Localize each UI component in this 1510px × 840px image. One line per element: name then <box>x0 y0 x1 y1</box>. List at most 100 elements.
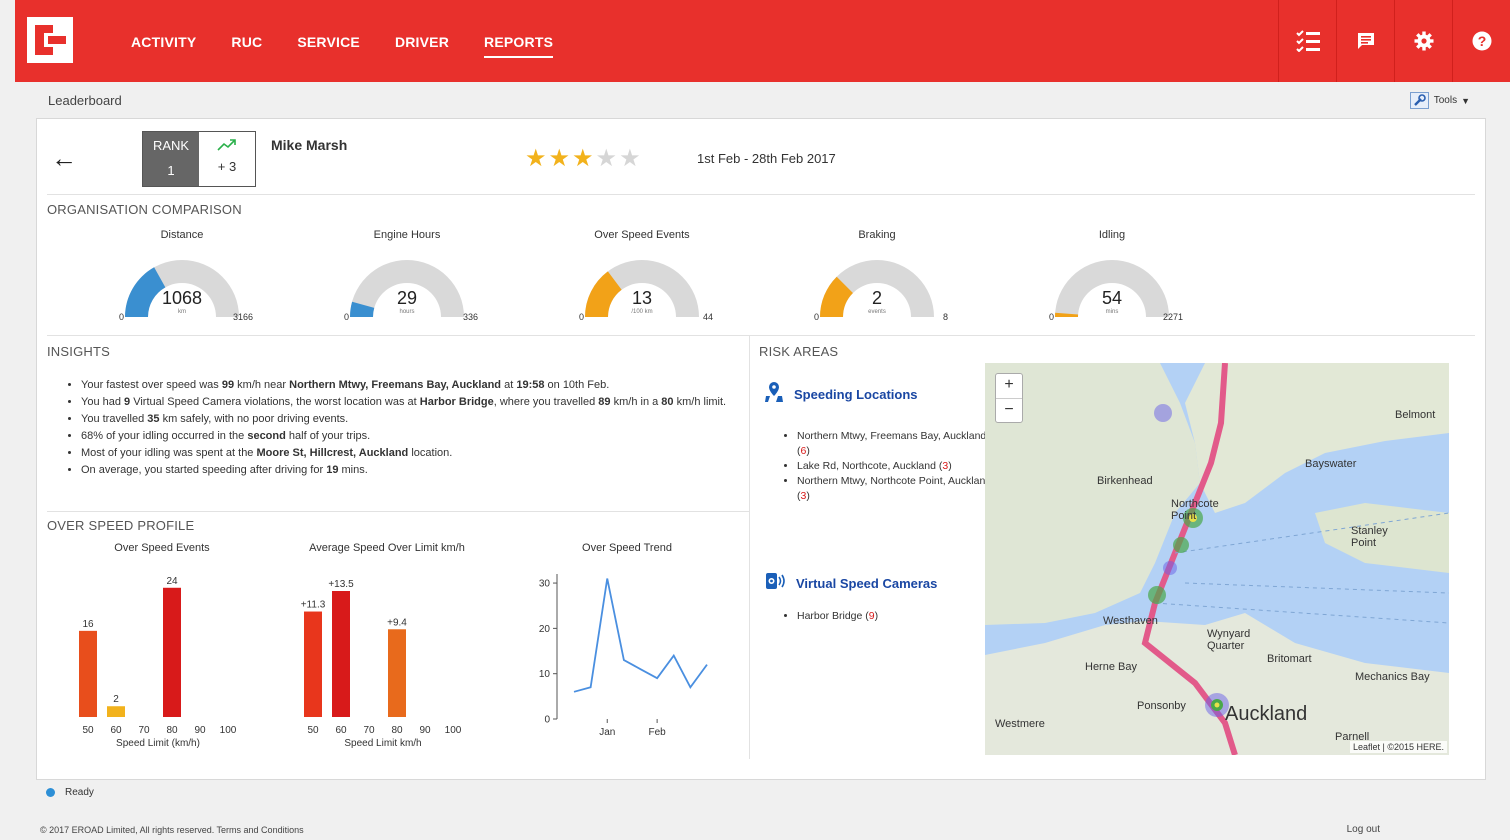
speeding-location-item[interactable]: Northern Mtwy, Freemans Bay, Auckland (6… <box>797 429 997 459</box>
y-tick-label: 10 <box>539 669 551 680</box>
map-attribution[interactable]: Leaflet | ©2015 HERE. <box>1349 741 1447 753</box>
gauge-min: 0 <box>344 312 350 322</box>
bar-label: +9.4 <box>387 617 407 628</box>
map-label: Herne Bay <box>1085 661 1137 673</box>
x-tick-label: 90 <box>194 725 206 736</box>
gauge-min: 0 <box>814 312 820 322</box>
gauge-idling: Idling 54 mins 0 2271 <box>1037 229 1187 322</box>
gauge-distance: Distance 1068 km 0 3166 <box>107 229 257 322</box>
x-tick-label: 60 <box>110 725 122 736</box>
bar-label: 24 <box>166 576 178 587</box>
gauge-title: Over Speed Events <box>594 229 690 241</box>
rank-label: RANK <box>152 138 190 153</box>
speeding-location-item[interactable]: Lake Rd, Northcote, Auckland (3) <box>797 459 997 474</box>
nav-ruc[interactable]: RUC <box>231 34 262 58</box>
map-label: Mechanics Bay <box>1355 671 1430 683</box>
gauge-min: 0 <box>1049 312 1055 322</box>
caret-down-icon: ▼ <box>1461 95 1470 106</box>
map-pin-icon <box>764 381 784 408</box>
gauge-title: Idling <box>1098 229 1126 241</box>
nav-service[interactable]: SERVICE <box>297 34 360 58</box>
bar-label: 2 <box>113 694 119 705</box>
bar <box>79 630 97 717</box>
gauge-value: 13 <box>631 288 653 308</box>
gauge-max: 2271 <box>1162 312 1183 322</box>
date-range: 1st Feb - 28th Feb 2017 <box>697 151 836 166</box>
gauge-value: 2 <box>871 288 882 308</box>
virtual-cameras-list: Harbor Bridge (9) <box>785 609 997 624</box>
leaderboard-panel: ← RANK 1 + 3 Mike Marsh ★ ★ ★ ★ ★ 1st Feb - … <box>36 118 1486 780</box>
gauge-max: 8 <box>942 312 948 322</box>
logout-link[interactable]: Log out <box>1347 824 1380 835</box>
bar-label: 16 <box>82 619 94 630</box>
insight-item: 68% of your idling occurred in the secon… <box>81 428 771 445</box>
map-label: Stanley Point <box>1351 525 1388 549</box>
risk-areas-title: RISK AREAS <box>759 344 839 359</box>
x-tick-label: 100 <box>220 725 237 736</box>
footer-copyright[interactable]: © 2017 EROAD Limited, All rights reserve… <box>40 825 304 835</box>
insights-title: INSIGHTS <box>47 344 110 359</box>
map-label: Belmont <box>1395 409 1436 421</box>
nav-activity[interactable]: ACTIVITY <box>131 34 196 58</box>
x-axis-label: Speed Limit km/h <box>344 738 421 749</box>
checklist-icon[interactable] <box>1278 0 1336 82</box>
star-empty-icon: ★ <box>619 145 641 172</box>
map-label: Birkenhead <box>1097 475 1153 487</box>
bar <box>107 706 125 717</box>
zoom-out-button[interactable]: − <box>996 399 1022 423</box>
back-arrow-icon[interactable]: ← <box>51 143 77 174</box>
status-dot-icon <box>46 788 55 797</box>
message-icon[interactable] <box>1336 0 1394 82</box>
y-tick-label: 20 <box>539 624 551 635</box>
x-tick-label: Feb <box>649 727 667 738</box>
gauge-unit: events <box>868 309 886 315</box>
map-label: Wynyard Quarter <box>1207 628 1251 652</box>
tools-menu[interactable]: Tools ▼ <box>1409 92 1470 109</box>
rank-box: RANK 1 + 3 <box>142 131 256 187</box>
gauge-unit: /100 km <box>631 309 653 315</box>
chart-title-avg-speed: Average Speed Over Limit km/h <box>309 542 465 554</box>
nav-driver[interactable]: DRIVER <box>395 34 449 58</box>
star-filled-icon: ★ <box>548 145 571 172</box>
speeding-locations-header: Speeding Locations <box>764 381 918 408</box>
over-speed-events-chart: 50 16 60 2 70 80 24 90 100 Speed Limit (km/h) <box>79 576 237 749</box>
bar <box>163 587 181 717</box>
rank-change: + 3 <box>217 159 237 174</box>
gauge-min: 0 <box>119 312 125 322</box>
gauge-max: 44 <box>702 312 713 322</box>
over-speed-profile-title: OVER SPEED PROFILE <box>47 518 195 533</box>
gear-icon[interactable] <box>1394 0 1452 82</box>
help-icon[interactable]: ? <box>1452 0 1510 82</box>
svg-text:?: ? <box>1477 33 1486 49</box>
trend-line <box>573 578 708 693</box>
x-tick-label: 50 <box>307 725 319 736</box>
eroad-logo[interactable] <box>27 17 73 63</box>
virtual-cameras-header: Virtual Speed Cameras <box>764 570 937 597</box>
x-tick-label: 80 <box>391 725 403 736</box>
x-tick-label: 60 <box>335 725 347 736</box>
map-label: Auckland <box>1225 703 1308 725</box>
gauge-over-speed-events: Over Speed Events 13/100 km 0 44 <box>567 229 717 322</box>
map-label: Britomart <box>1267 653 1312 665</box>
x-tick-label: 50 <box>82 725 94 736</box>
speeding-location-item[interactable]: Northern Mtwy, Northcote Point, Auckland… <box>797 474 997 504</box>
tools-label: Tools <box>1433 95 1458 106</box>
gauge-value: 1068 <box>161 288 203 308</box>
x-tick-label: 80 <box>166 725 178 736</box>
star-empty-icon: ★ <box>595 145 618 172</box>
bar-label: +13.5 <box>328 579 354 590</box>
x-tick-label: 100 <box>445 725 462 736</box>
gauge-engine-hours: Engine Hours 29 hours 0 336 <box>332 229 482 322</box>
nav-reports[interactable]: REPORTS <box>484 34 554 58</box>
x-tick-label: Jan <box>599 727 615 738</box>
bar <box>388 629 406 717</box>
speed-camera-item[interactable]: Harbor Bridge (9) <box>797 609 997 624</box>
zoom-in-button[interactable]: + <box>996 374 1022 399</box>
status-text: Ready <box>65 787 94 798</box>
map-zoom-control: + − <box>995 373 1023 423</box>
star-filled-icon: ★ <box>572 145 594 172</box>
risk-map[interactable]: Birkenhead Northcote Point Belmont Baysw… <box>985 363 1449 755</box>
bar <box>332 591 350 717</box>
divider <box>47 335 1475 336</box>
divider <box>47 511 749 512</box>
